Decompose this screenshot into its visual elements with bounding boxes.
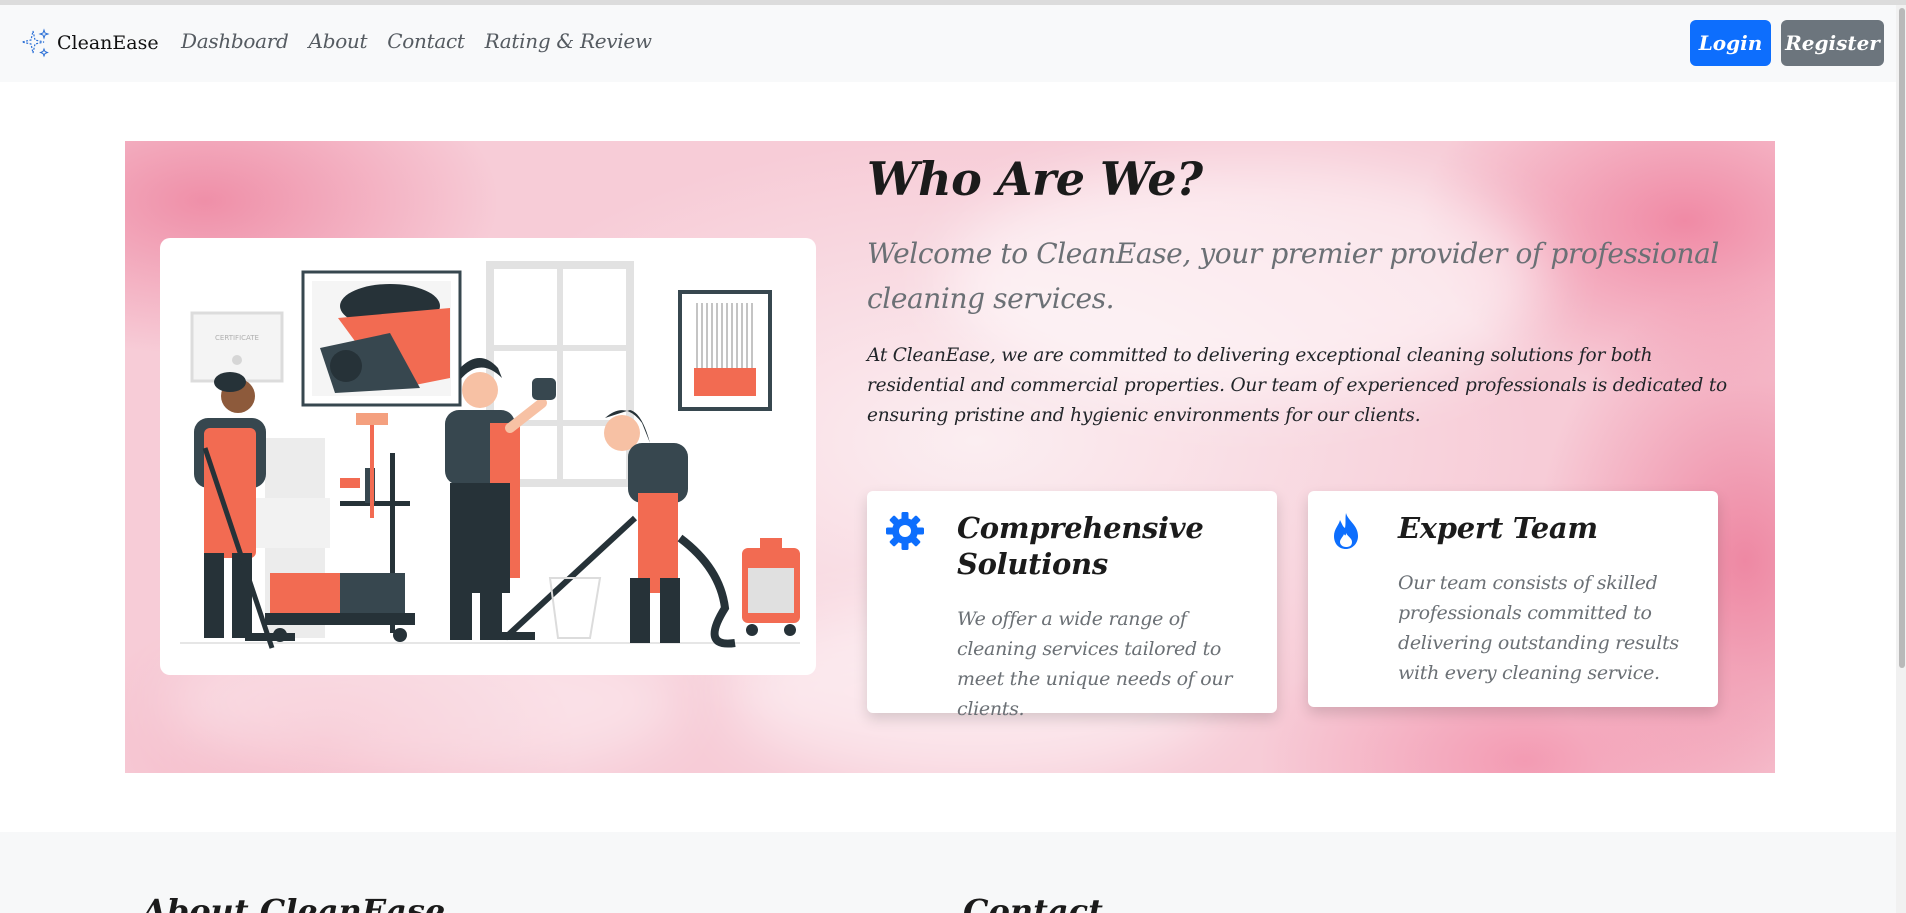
brand[interactable]: CleanEase xyxy=(19,25,159,61)
certificate-label: CERTIFICATE xyxy=(215,334,259,342)
register-button[interactable]: Register xyxy=(1781,20,1884,66)
cleaning-team-illustration-svg: CERTIFICATE xyxy=(180,261,800,649)
footer-contact-heading: Contact xyxy=(963,892,1103,913)
feature-text: We offer a wide range of cleaning servic… xyxy=(957,608,1233,720)
cleaning-team-illustration: CERTIFICATE xyxy=(160,238,816,675)
feature-title: Comprehensive Solutions xyxy=(957,511,1204,581)
navbar: CleanEase Dashboard About Contact Rating… xyxy=(0,5,1906,82)
nav-links: Dashboard About Contact Rating & Review xyxy=(181,29,672,53)
brand-name: CleanEase xyxy=(57,32,159,54)
feature-card-comprehensive-solutions: Comprehensive Solutions We offer a wide … xyxy=(867,491,1277,720)
footer-about-heading: About CleanEase xyxy=(142,892,446,913)
hero-title: Who Are We? xyxy=(867,152,1203,206)
hero-body: At CleanEase, we are committed to delive… xyxy=(867,345,1727,426)
sparkle-logo-icon xyxy=(21,28,50,58)
login-button[interactable]: Login xyxy=(1690,20,1771,66)
nav-link-dashboard[interactable]: Dashboard xyxy=(181,29,289,53)
footer: About CleanEase Contact xyxy=(0,832,1896,913)
flame-icon xyxy=(1334,513,1358,549)
nav-link-about[interactable]: About xyxy=(309,29,368,53)
nav-link-rating-review[interactable]: Rating & Review xyxy=(485,29,652,53)
hero-section: CERTIFICATE Who Are We? Welcome to Clean… xyxy=(125,141,1775,773)
feature-card-expert-team: Expert Team Our team consists of skilled… xyxy=(1308,491,1718,707)
gear-icon xyxy=(886,512,924,550)
scrollbar-thumb[interactable] xyxy=(1899,8,1905,668)
feature-title: Expert Team xyxy=(1398,511,1598,545)
nav-link-contact[interactable]: Contact xyxy=(387,29,465,53)
feature-text: Our team consists of skilled professiona… xyxy=(1398,572,1679,684)
hero-lead: Welcome to CleanEase, your premier provi… xyxy=(867,237,1719,315)
